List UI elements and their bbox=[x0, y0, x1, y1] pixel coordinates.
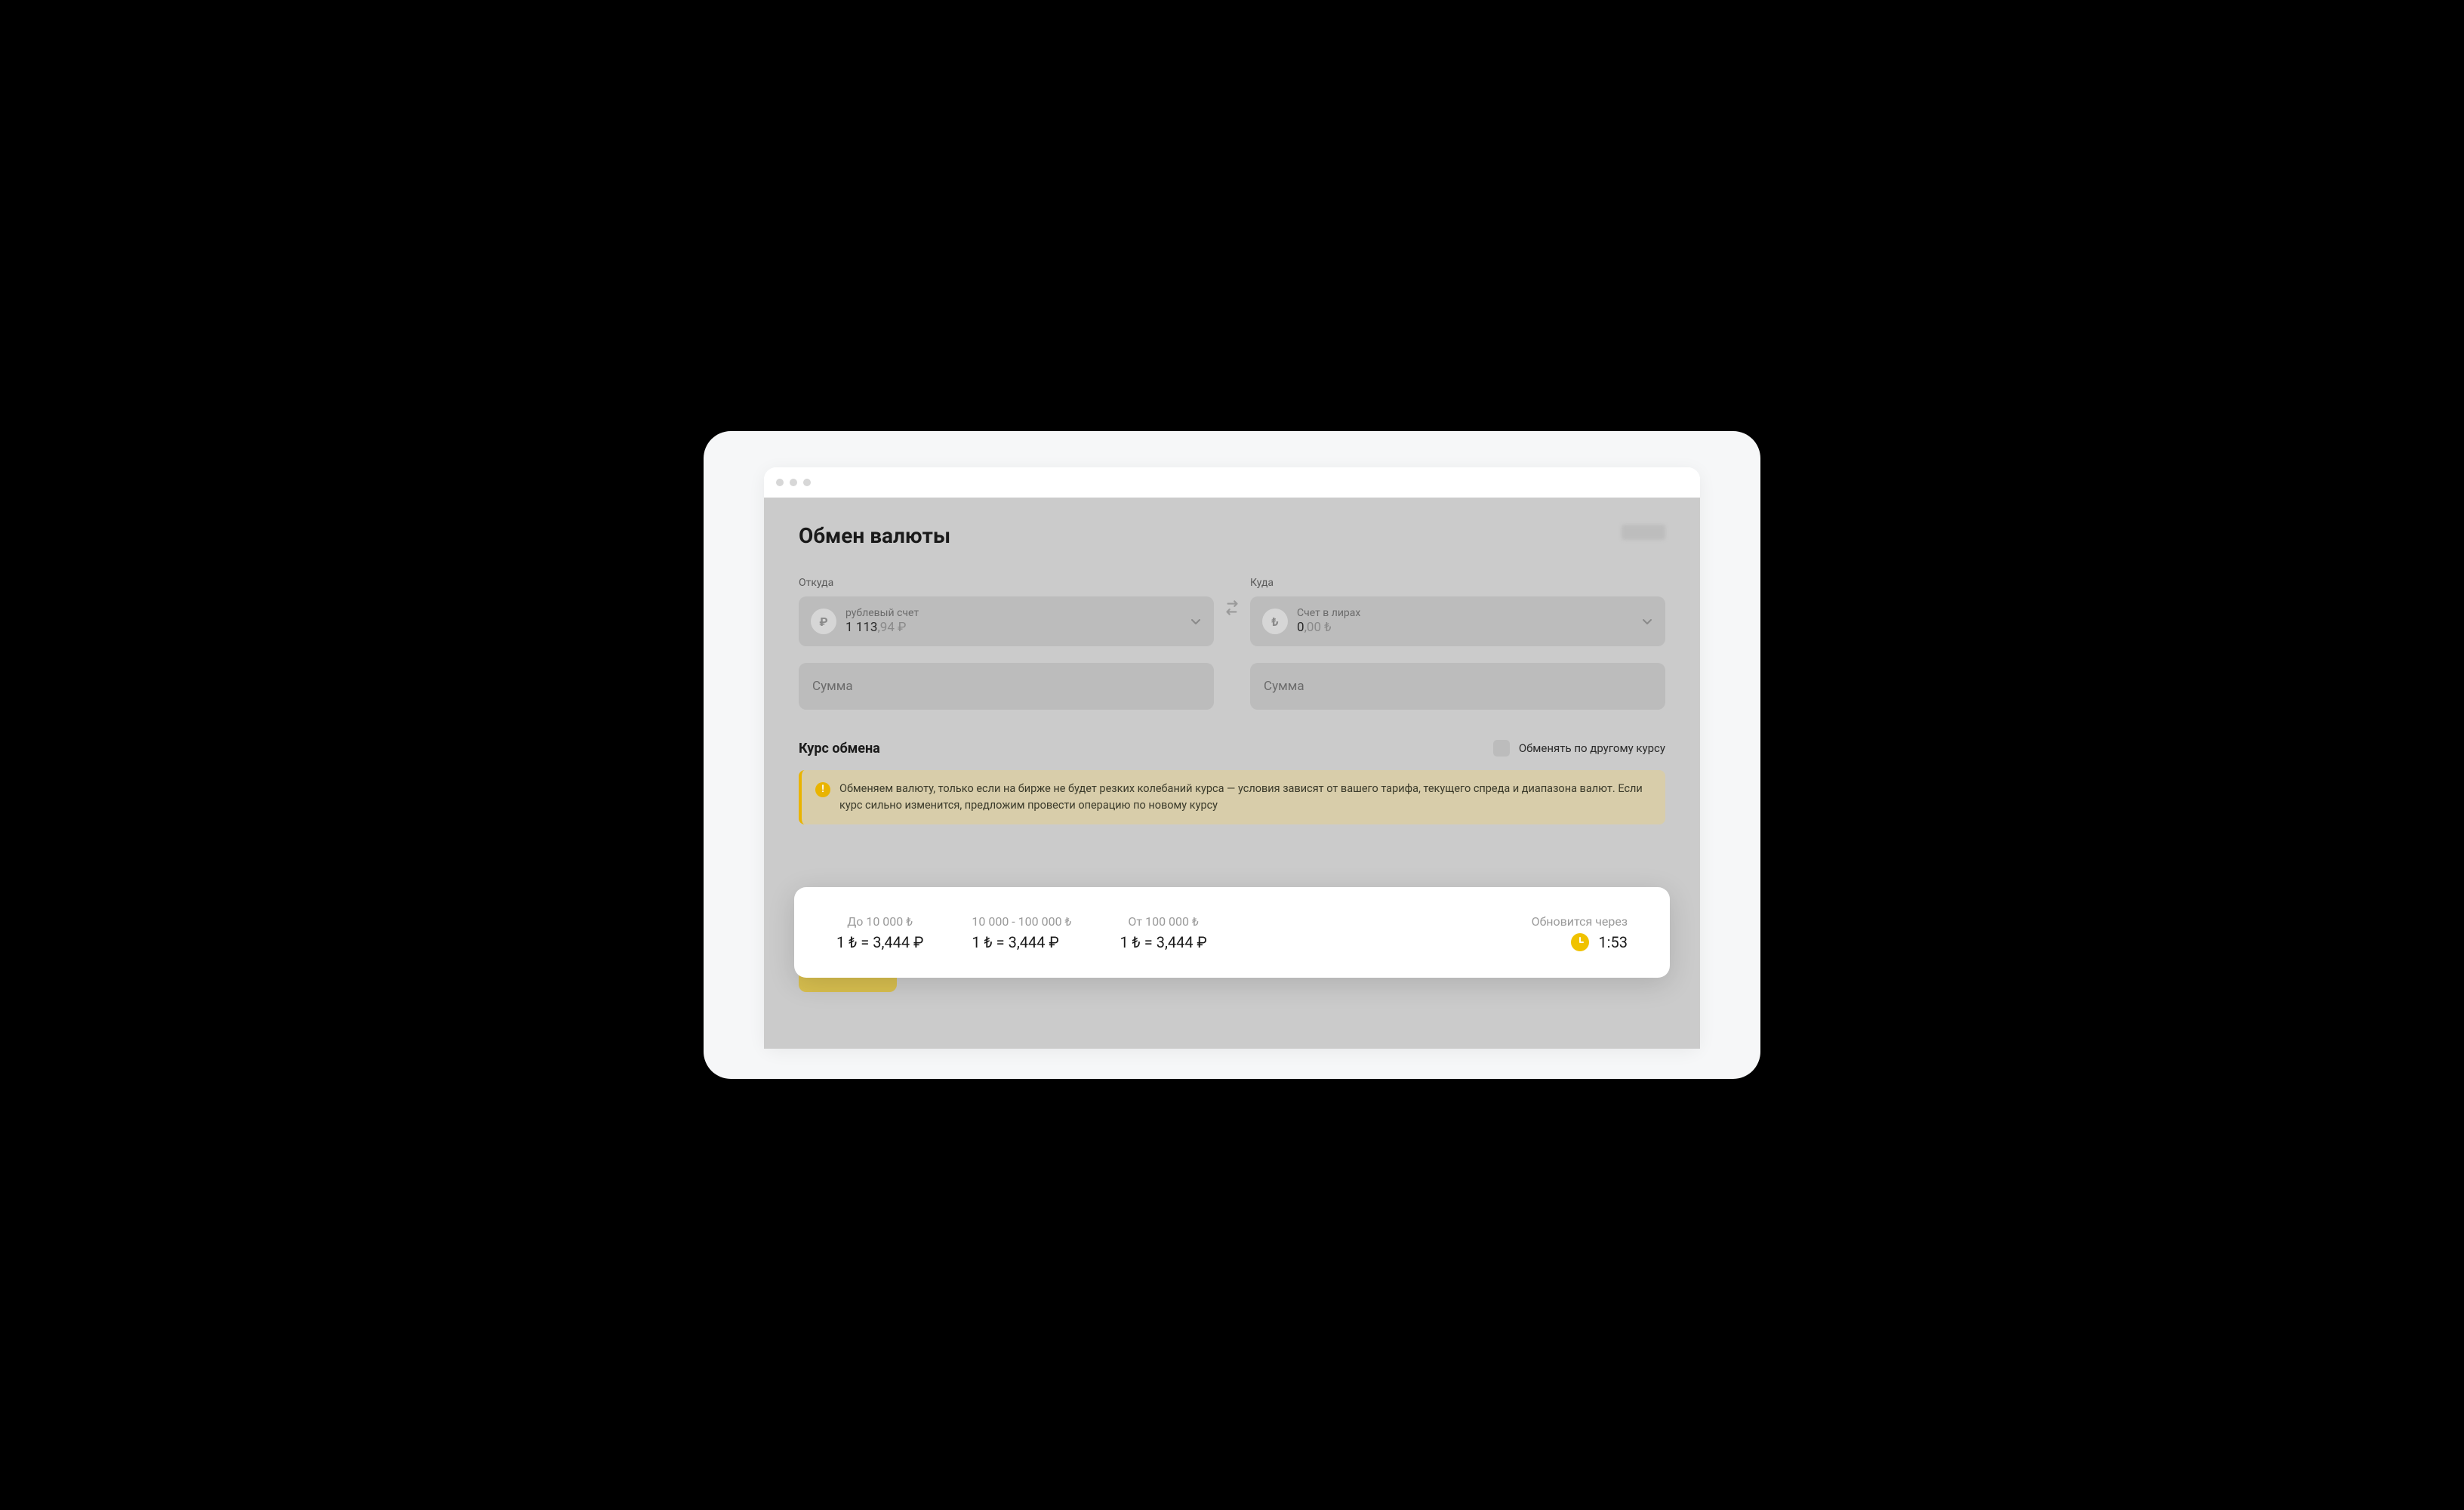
alt-rate-checkbox[interactable]: Обменять по другому курсу bbox=[1493, 740, 1665, 757]
to-amount-placeholder: Сумма bbox=[1264, 679, 1304, 694]
browser-window: Обмен валюты Откуда ₽ рублевый счет 1 11… bbox=[764, 467, 1700, 1049]
from-account-balance: 1 113,94 ₽ bbox=[845, 620, 1181, 636]
to-account-text: Счет в лирах 0,00 ₺ bbox=[1297, 607, 1632, 636]
swap-icon bbox=[1222, 598, 1242, 618]
tier-label: 10 000 - 100 000 ₺ bbox=[972, 914, 1071, 929]
lira-icon: ₺ bbox=[1262, 609, 1288, 634]
to-account-balance: 0,00 ₺ bbox=[1297, 620, 1632, 636]
chevron-down-icon bbox=[1190, 615, 1202, 627]
redacted-badge bbox=[1622, 525, 1665, 540]
rate-tier: От 100 000 ₺ 1 ₺ = 3,444 ₽ bbox=[1120, 914, 1206, 951]
tier-rate: 1 ₺ = 3,444 ₽ bbox=[972, 933, 1071, 951]
to-account-select[interactable]: ₺ Счет в лирах 0,00 ₺ bbox=[1250, 596, 1665, 646]
refresh-row: 1:53 bbox=[1532, 933, 1628, 951]
notice-text: Обменяем валюту, только если на бирже не… bbox=[839, 781, 1652, 814]
to-account-name: Счет в лирах bbox=[1297, 607, 1632, 621]
alt-rate-label: Обменять по другому курсу bbox=[1519, 741, 1665, 755]
from-column: Откуда ₽ рублевый счет 1 113,94 ₽ bbox=[799, 577, 1214, 710]
from-account-name: рублевый счет bbox=[845, 607, 1181, 621]
info-notice: ! Обменяем валюту, только если на бирже … bbox=[799, 770, 1665, 824]
window-titlebar bbox=[764, 467, 1700, 498]
tier-rate: 1 ₺ = 3,444 ₽ bbox=[836, 933, 923, 951]
rate-tier: 10 000 - 100 000 ₺ 1 ₺ = 3,444 ₽ bbox=[972, 914, 1071, 951]
stage: Обмен валюты Откуда ₽ рублевый счет 1 11… bbox=[704, 431, 1760, 1079]
from-account-text: рублевый счет 1 113,94 ₽ bbox=[845, 607, 1181, 636]
checkbox-icon bbox=[1493, 740, 1510, 757]
from-account-select[interactable]: ₽ рублевый счет 1 113,94 ₽ bbox=[799, 596, 1214, 646]
accounts-row: Откуда ₽ рублевый счет 1 113,94 ₽ bbox=[799, 577, 1665, 710]
refresh-label: Обновится через bbox=[1532, 914, 1628, 929]
from-amount-input[interactable]: Сумма bbox=[799, 663, 1214, 710]
refresh-time: 1:53 bbox=[1598, 933, 1628, 951]
chevron-down-icon bbox=[1641, 615, 1653, 627]
window-dot bbox=[803, 479, 811, 486]
ruble-icon: ₽ bbox=[811, 609, 836, 634]
tier-label: До 10 000 ₺ bbox=[836, 914, 923, 929]
to-amount-input[interactable]: Сумма bbox=[1250, 663, 1665, 710]
rate-tiers-card: До 10 000 ₺ 1 ₺ = 3,444 ₽ 10 000 - 100 0… bbox=[794, 887, 1670, 978]
tier-label: От 100 000 ₺ bbox=[1120, 914, 1206, 929]
window-dot bbox=[776, 479, 784, 486]
rate-tier: До 10 000 ₺ 1 ₺ = 3,444 ₽ bbox=[836, 914, 923, 951]
rate-heading: Курс обмена bbox=[799, 741, 880, 757]
tier-rate: 1 ₺ = 3,444 ₽ bbox=[1120, 933, 1206, 951]
window-dot bbox=[790, 479, 797, 486]
refresh-block: Обновится через 1:53 bbox=[1532, 914, 1628, 951]
from-amount-placeholder: Сумма bbox=[812, 679, 853, 694]
to-label: Куда bbox=[1250, 577, 1665, 589]
warning-icon: ! bbox=[815, 782, 830, 797]
clock-icon bbox=[1571, 933, 1589, 951]
page-title: Обмен валюты bbox=[799, 523, 1665, 548]
to-column: Куда ₺ Счет в лирах 0,00 ₺ bbox=[1250, 577, 1665, 710]
from-label: Откуда bbox=[799, 577, 1214, 589]
rate-header: Курс обмена Обменять по другому курсу bbox=[799, 740, 1665, 757]
swap-button[interactable] bbox=[1214, 598, 1250, 618]
